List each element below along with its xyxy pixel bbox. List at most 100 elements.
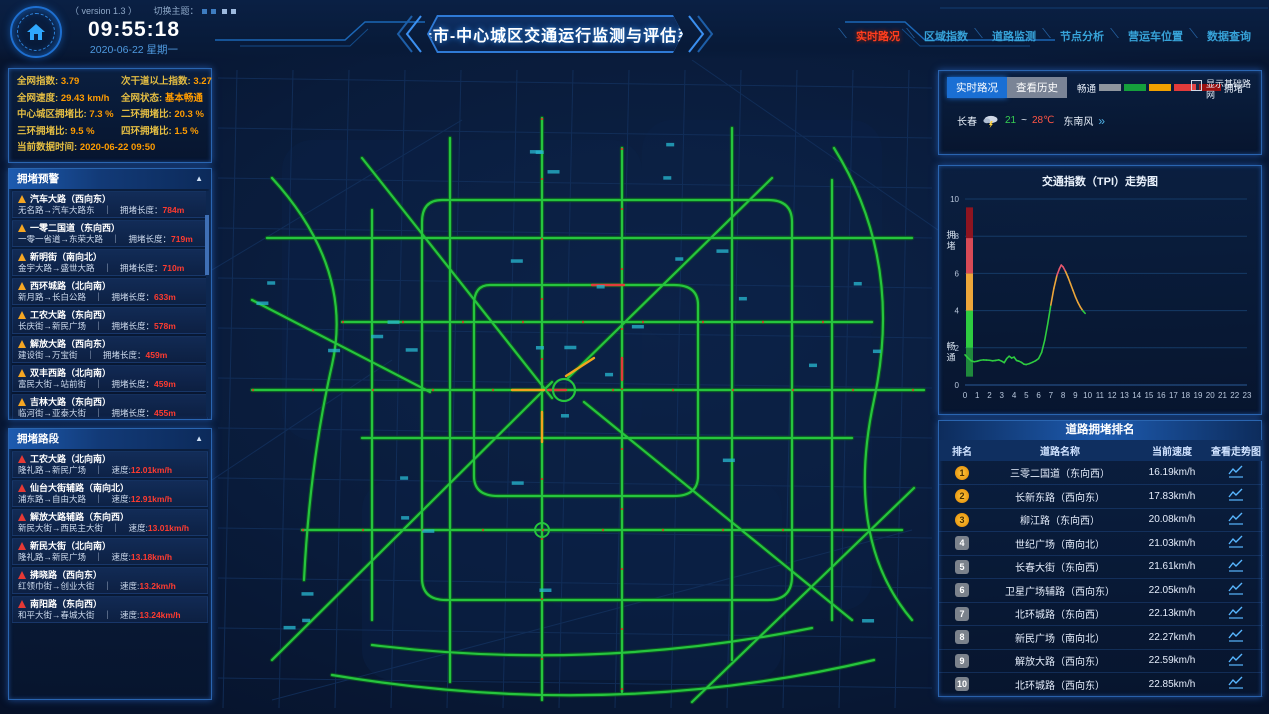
separator: ｜ bbox=[103, 610, 120, 620]
warning-scrollbar-track[interactable] bbox=[206, 191, 210, 417]
warning-list-item[interactable]: 汽车大路（西向东）无名路→汽车大路东 ｜ 拥堵长度：784m bbox=[12, 191, 208, 218]
trend-chart-icon[interactable] bbox=[1228, 606, 1244, 619]
tab-realtime[interactable]: 实时路况 bbox=[947, 77, 1007, 98]
stat-label: 二环拥堵比: bbox=[121, 109, 174, 120]
weather-more-arrow[interactable]: » bbox=[1098, 114, 1105, 128]
warning-list-item[interactable]: 西环城路（北向南）新月路→长白公路 ｜ 拥堵长度：633m bbox=[12, 278, 208, 305]
warning-list-item[interactable]: 新明街（南向北）金宇大路→盛世大路 ｜ 拥堵长度：710m bbox=[12, 249, 208, 276]
stat-value: 1.5 % bbox=[174, 126, 198, 137]
congested-segments-header: 拥堵路段 ▲ bbox=[9, 429, 211, 449]
warning-list-item[interactable]: 吉林大路（东向西）临河街→亚泰大街 ｜ 拥堵长度：455m bbox=[12, 394, 208, 420]
road-route: 长庆街→新民广场 bbox=[18, 321, 95, 331]
nav-item-1[interactable]: 实时路况 bbox=[840, 28, 900, 44]
city-traffic-map[interactable] bbox=[212, 60, 938, 714]
congestion-list-item[interactable]: 拂晓路（西向东）红领巾街→创业大街 ｜ 速度:13.2km/h bbox=[12, 567, 208, 594]
nav-item-3[interactable]: 道路监测 bbox=[976, 28, 1036, 44]
map-road-label bbox=[539, 588, 551, 592]
svg-text:0: 0 bbox=[963, 391, 968, 400]
congestion-list-item[interactable]: 南阳路（东向西）和平大街→春城大街 ｜ 速度:13.24km/h bbox=[12, 596, 208, 623]
theme-swatch-4[interactable] bbox=[231, 9, 236, 14]
map-road-label bbox=[302, 619, 310, 623]
basemap-checkbox[interactable]: 显示基础路网 bbox=[1191, 79, 1253, 101]
trend-chart-icon[interactable] bbox=[1228, 559, 1244, 572]
svg-text:12: 12 bbox=[1108, 391, 1117, 400]
table-row[interactable]: 6卫星广场辅路（西向东）22.05km/h bbox=[939, 579, 1263, 603]
table-row[interactable]: 4世纪广场（南向北）21.03km/h bbox=[939, 532, 1263, 556]
speed-cell: 22.05km/h bbox=[1135, 579, 1209, 603]
table-row[interactable]: 3柳江路（东向西）20.08km/h bbox=[939, 508, 1263, 532]
nav-item-2[interactable]: 区域指数 bbox=[908, 28, 968, 44]
checkbox-icon[interactable] bbox=[1191, 80, 1202, 91]
svg-text:13: 13 bbox=[1120, 391, 1129, 400]
tab-history[interactable]: 查看历史 bbox=[1007, 77, 1067, 98]
stat-label: 全网状态: bbox=[121, 93, 165, 104]
road-name-cell: 解放大路（西向东） bbox=[985, 649, 1135, 673]
trend-chart-icon[interactable] bbox=[1228, 582, 1244, 595]
stat-value: 基本畅通 bbox=[165, 93, 203, 104]
table-row[interactable]: 9解放大路（西向东）22.59km/h bbox=[939, 649, 1263, 673]
warning-list-item[interactable]: 工农大路（东向西）长庆街→新民广场 ｜ 拥堵长度：578m bbox=[12, 307, 208, 334]
congestion-list-item[interactable]: 仙台大街辅路（南向北）浦东路→自由大路 ｜ 速度:12.91km/h bbox=[12, 480, 208, 507]
metric-label: 速度: bbox=[112, 465, 131, 475]
table-row[interactable]: 7北环城路（东向西）22.13km/h bbox=[939, 602, 1263, 626]
table-row[interactable]: 2长新东路（西向东）17.83km/h bbox=[939, 485, 1263, 509]
svg-text:20: 20 bbox=[1206, 391, 1215, 400]
map-road-label bbox=[536, 346, 544, 350]
theme-swatch-3[interactable] bbox=[222, 9, 227, 14]
table-row[interactable]: 5长春大街（东向西）21.61km/h bbox=[939, 555, 1263, 579]
home-button[interactable] bbox=[10, 6, 62, 58]
theme-swatch-2[interactable] bbox=[211, 9, 216, 14]
road-name-cell: 长新东路（西向东） bbox=[985, 485, 1135, 509]
rank-badge: 2 bbox=[955, 489, 969, 503]
road-name-cell: 北环城路（东向西） bbox=[985, 602, 1135, 626]
road-name-cell: 北环城路（西向东） bbox=[985, 673, 1135, 697]
nav-item-4[interactable]: 节点分析 bbox=[1044, 28, 1104, 44]
stat-label: 四环拥堵比: bbox=[121, 126, 174, 137]
warning-list-item[interactable]: 一零二国道（东向西）一零一省道→东荣大路 ｜ 拥堵长度：719m bbox=[12, 220, 208, 247]
svg-text:5: 5 bbox=[1024, 391, 1029, 400]
table-row[interactable]: 8新民广场（南向北）22.27km/h bbox=[939, 626, 1263, 650]
speed-value: 13.01km/h bbox=[148, 523, 189, 533]
map-road-label bbox=[548, 170, 560, 174]
map-road-label bbox=[301, 592, 313, 596]
svg-text:6: 6 bbox=[1036, 391, 1041, 400]
warning-scrollbar-thumb[interactable] bbox=[205, 215, 209, 275]
congestion-list-item[interactable]: 新民大街（北向南）隆礼路→新民广场 ｜ 速度:13.18km/h bbox=[12, 538, 208, 565]
table-row[interactable]: 10北环城路（西向东）22.85km/h bbox=[939, 673, 1263, 697]
warning-list-item[interactable]: 双丰西路（北向南）富民大街→站前街 ｜ 拥堵长度：459m bbox=[12, 365, 208, 392]
trend-chart-icon[interactable] bbox=[1228, 629, 1244, 642]
trend-chart-icon[interactable] bbox=[1228, 535, 1244, 548]
metric-label: 速度: bbox=[112, 494, 131, 504]
speed-value: 13.24km/h bbox=[139, 610, 180, 620]
map-road-label bbox=[854, 282, 862, 286]
alert-triangle-icon bbox=[18, 484, 26, 492]
svg-text:2: 2 bbox=[987, 391, 992, 400]
trend-chart-icon[interactable] bbox=[1228, 676, 1244, 689]
trend-chart-icon[interactable] bbox=[1228, 465, 1244, 478]
trend-chart-icon[interactable] bbox=[1228, 512, 1244, 525]
warning-list-item[interactable]: 解放大路（西向东）建设街→万宝街 ｜ 拥堵长度：459m bbox=[12, 336, 208, 363]
header-bar: （ version 1.3 ） 切换主题： 09:55:18 2020-06-2… bbox=[0, 0, 1269, 60]
trend-chart-icon[interactable] bbox=[1228, 653, 1244, 666]
svg-text:18: 18 bbox=[1181, 391, 1190, 400]
trend-chart-icon[interactable] bbox=[1228, 488, 1244, 501]
svg-text:拥: 拥 bbox=[946, 229, 955, 240]
theme-swatch-1[interactable] bbox=[202, 9, 207, 14]
clock: 09:55:18 bbox=[64, 18, 204, 42]
congestion-list-item[interactable]: 解放大路辅路（东向西）新民大街→西民主大街 ｜ 速度:13.01km/h bbox=[12, 509, 208, 536]
stat-item: 中心城区拥堵比: 7.3 % bbox=[17, 110, 119, 121]
speed-cell: 16.19km/h bbox=[1135, 461, 1209, 485]
table-row[interactable]: 1三零二国道（东向西）16.19km/h bbox=[939, 461, 1263, 485]
collapse-caret-icon[interactable]: ▲ bbox=[195, 169, 203, 189]
metric-label: 拥堵长度： bbox=[129, 234, 172, 244]
separator: ｜ bbox=[95, 552, 112, 562]
stat-item: 二环拥堵比: 20.3 % bbox=[121, 110, 215, 121]
collapse-caret-icon[interactable]: ▲ bbox=[195, 429, 203, 449]
stat-value: 2020-06-22 09:50 bbox=[80, 142, 156, 153]
congestion-list-item[interactable]: 工农大路（北向南）隆礼路→新民广场 ｜ 速度:12.01km/h bbox=[12, 451, 208, 478]
speed-cell: 22.13km/h bbox=[1135, 602, 1209, 626]
nav-item-6[interactable]: 数据查询 bbox=[1191, 28, 1251, 44]
road-title: 拂晓路（西向东） bbox=[30, 570, 102, 580]
stat-item: 全网速度: 29.43 km/h bbox=[17, 94, 119, 105]
nav-item-5[interactable]: 营运车位置 bbox=[1112, 28, 1183, 44]
